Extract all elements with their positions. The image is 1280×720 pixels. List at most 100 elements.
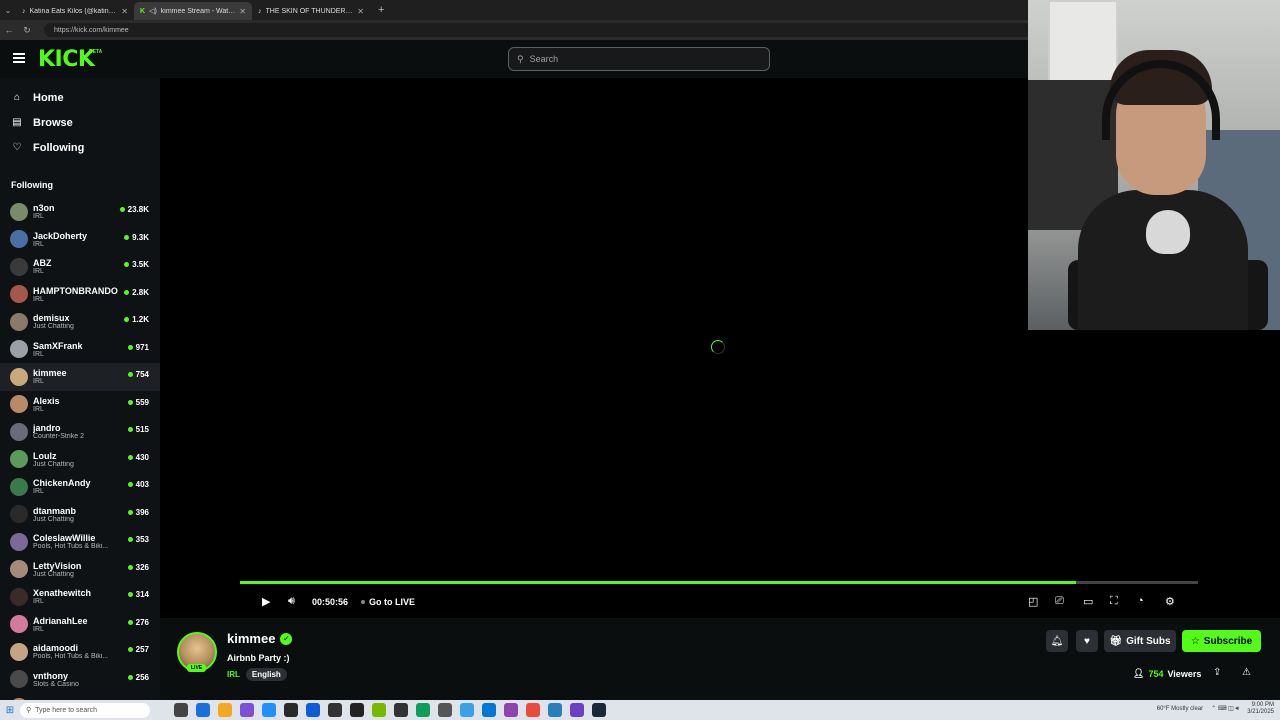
windows-start-icon[interactable]: ⊞: [0, 705, 20, 716]
app-icon[interactable]: [350, 703, 364, 717]
close-tab-icon[interactable]: ✕: [357, 7, 364, 16]
browser-tab-active[interactable]: K ◁) kimmee Stream - Watch Live ✕: [134, 2, 252, 20]
fullscreen-icon[interactable]: ⛶: [1110, 595, 1118, 608]
tiktok-icon: ♪: [22, 7, 26, 15]
sidebar-item-home[interactable]: ⌂ Home: [0, 85, 160, 110]
play-icon[interactable]: ▶: [262, 595, 270, 608]
sidebar-item-browse[interactable]: ▤ Browse: [0, 110, 160, 135]
channel-category: Slots & Casino: [33, 680, 79, 688]
followed-channel-item[interactable]: JackDoherty IRL 9.3K: [0, 226, 160, 254]
chrome-icon[interactable]: [218, 703, 232, 717]
app-icon[interactable]: [526, 703, 540, 717]
channel-viewers: 430: [127, 453, 149, 462]
channel-viewers: 396: [127, 508, 149, 517]
channel-viewers: 2.8K: [124, 288, 149, 297]
browser-tab[interactable]: ♪ Katina Eats Kilos (@katinaeatskilos) ✕: [16, 2, 134, 20]
channel-name: n3on: [33, 203, 55, 214]
app-icon[interactable]: [240, 703, 254, 717]
follow-button[interactable]: ♥: [1076, 630, 1098, 652]
channel-text: SamXFrank IRL: [33, 341, 123, 358]
followed-channel-item[interactable]: ChickenAndy IRL 403: [0, 473, 160, 501]
app-icon[interactable]: [284, 703, 298, 717]
channel-viewers: 276: [127, 618, 149, 627]
speaker-icon[interactable]: ◁): [149, 7, 157, 15]
refresh-icon[interactable]: ↻: [22, 25, 32, 36]
mini-player-icon[interactable]: ◰: [1028, 595, 1038, 608]
sidebar-item-following[interactable]: ♡ Following: [0, 135, 160, 160]
back-icon[interactable]: ←: [4, 25, 14, 35]
edge-icon[interactable]: [482, 703, 496, 717]
close-tab-icon[interactable]: ✕: [239, 7, 246, 16]
category-link[interactable]: IRL: [227, 670, 240, 679]
app-icon[interactable]: [262, 703, 276, 717]
clock[interactable]: 9:00 PM 3/21/2025: [1247, 702, 1274, 716]
report-icon[interactable]: ⚠: [1242, 667, 1251, 678]
live-dot-icon: [127, 399, 133, 405]
followed-channel-item[interactable]: jandro Counter-Strike 2 515: [0, 418, 160, 446]
volume-icon[interactable]: 🔊︎: [288, 595, 295, 608]
browser-tab[interactable]: ♪ THE SKIN OF THUNDER (@arcticcon) ✕: [252, 2, 370, 20]
app-icon[interactable]: [328, 703, 342, 717]
language-tag[interactable]: English: [245, 668, 287, 681]
followed-channel-item[interactable]: vnthony Slots & Casino 256: [0, 666, 160, 694]
channel-name[interactable]: kimmee: [227, 631, 275, 646]
stream-title: Airbnb Party :): [227, 653, 290, 663]
kick-logo[interactable]: KICK: [38, 47, 95, 72]
channel-info: LIVE kimmee ✓ Airbnb Party :) IRL Englis…: [160, 618, 1280, 700]
followed-channel-item[interactable]: Alexis IRL 559: [0, 391, 160, 419]
gift-icon: 🎁︎: [1109, 635, 1123, 647]
followed-channel-item[interactable]: demisux Just Chatting 1.2K: [0, 308, 160, 336]
nvidia-icon[interactable]: [372, 703, 386, 717]
followed-channel-item[interactable]: LettyVision Just Chatting 326: [0, 556, 160, 584]
app-icon[interactable]: [416, 703, 430, 717]
new-tab-icon[interactable]: +: [370, 4, 392, 16]
followed-channel-item[interactable]: dtanmanb Just Chatting 396: [0, 501, 160, 529]
close-tab-icon[interactable]: ✕: [121, 7, 128, 16]
app-icon[interactable]: [504, 703, 518, 717]
followed-channel-item[interactable]: HAMPTONBRANDO IRL 2.8K: [0, 281, 160, 309]
app-icon[interactable]: [394, 703, 408, 717]
url-text: https://kick.com/kimmee: [54, 26, 129, 34]
taskbar-search-input[interactable]: ⚲ Type here to search: [20, 702, 150, 718]
search-input[interactable]: ⚲ Search: [508, 47, 770, 71]
followed-channel-item[interactable]: Xenathewitch IRL 314: [0, 583, 160, 611]
followed-channel-item[interactable]: ColeslawWillie Pools, Hot Tubs & Biki... 3…: [0, 528, 160, 556]
theater-mode-icon[interactable]: ▭: [1083, 595, 1093, 608]
app-icon[interactable]: [438, 703, 452, 717]
app-icon[interactable]: [306, 703, 320, 717]
settings-icon[interactable]: ⚙: [1165, 595, 1175, 608]
notification-bell-button[interactable]: 🔔︎: [1046, 630, 1068, 652]
followed-channel-item[interactable]: n3on IRL 23.8K: [0, 198, 160, 226]
followed-channel-item[interactable]: SamXFrank IRL 971: [0, 336, 160, 364]
app-icon[interactable]: [548, 703, 562, 717]
live-dot-icon: [127, 619, 133, 625]
app-icon[interactable]: [196, 703, 210, 717]
channel-avatar: [10, 532, 28, 551]
viewer-count: 257: [135, 645, 149, 654]
go-to-live-button[interactable]: Go to LIVE: [361, 597, 415, 607]
followed-channel-item[interactable]: AdrianahLee IRL 276: [0, 611, 160, 639]
seek-bar[interactable]: [240, 581, 1198, 584]
subscribe-button[interactable]: ☆ Subscribe: [1182, 630, 1261, 652]
task-view-icon[interactable]: [174, 703, 188, 717]
playback-speed-icon[interactable]: ◔: [1137, 595, 1144, 607]
weather-status[interactable]: 60°F Mostly clear: [1157, 706, 1203, 712]
player-controls: ▶ 🔊︎ 00:50:56 Go to LIVE ◰ ⎚ ▭ ⛶ ◔ ⚙: [160, 592, 1200, 614]
gift-subs-button[interactable]: 🎁︎ Gift Subs: [1104, 630, 1176, 652]
share-icon[interactable]: ⇪: [1213, 667, 1221, 678]
tab-search-icon[interactable]: ⌄: [0, 6, 16, 15]
app-icon[interactable]: [460, 703, 474, 717]
menu-icon[interactable]: [13, 53, 25, 63]
clip-icon[interactable]: ⎚: [1055, 595, 1064, 608]
obs-icon[interactable]: [570, 703, 584, 717]
channel-avatar: [10, 202, 28, 221]
followed-channel-item[interactable]: Loulz Just Chatting 430: [0, 446, 160, 474]
tab-title: THE SKIN OF THUNDER (@arcticcon): [265, 7, 354, 15]
followed-channel-item[interactable]: kimmee IRL 754: [0, 363, 160, 391]
url-field[interactable]: https://kick.com/kimmee: [44, 23, 1034, 37]
tray-icons[interactable]: ⌃ ⌨ ◫ 🔊︎: [1211, 705, 1239, 713]
steam-icon[interactable]: [592, 703, 606, 717]
followed-channel-item[interactable]: hiheyitsdani247: [0, 693, 160, 700]
followed-channel-item[interactable]: ABZ IRL 3.5K: [0, 253, 160, 281]
followed-channel-item[interactable]: aidamoodi Pools, Hot Tubs & Biki... 257: [0, 638, 160, 666]
